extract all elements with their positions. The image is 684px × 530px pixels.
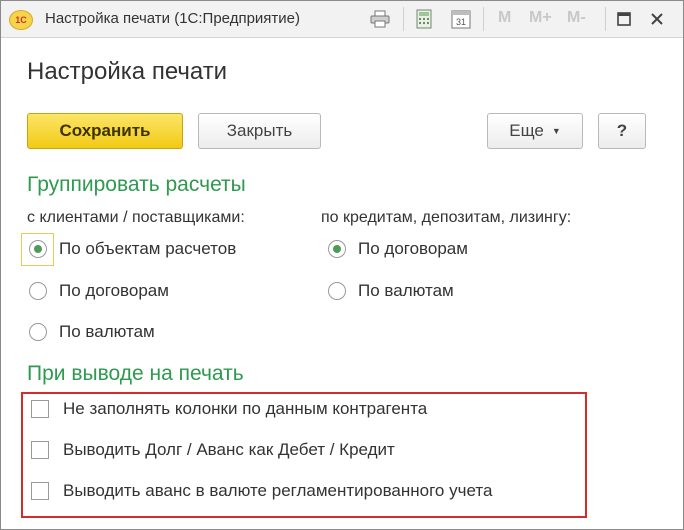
clients-column-label: с клиентами / поставщиками: [27,209,245,226]
radio-label: По договорам [59,281,169,300]
group-section-title: Группировать расчеты [27,173,246,196]
more-button-label: Еще [509,121,544,140]
checkbox-advance-in-regulated-currency[interactable]: Выводить аванс в валюте регламентированн… [31,477,492,505]
page-title: Настройка печати [27,58,228,85]
checkbox-label: Выводить Долг / Аванс как Дебет / Кредит [63,440,395,459]
radio-button[interactable] [29,323,47,341]
radio-button[interactable] [29,282,47,300]
close-button[interactable]: Закрыть [198,113,321,149]
radio-label: По договорам [358,239,468,258]
radio-by-currencies[interactable]: По валютам [29,318,155,346]
title-bar: 1С Настройка печати (1С:Предприятие) 31 … [1,1,683,38]
radio-credits-by-contracts[interactable]: По договорам [328,235,468,263]
app-logo-icon[interactable]: 1С [9,10,33,30]
save-button[interactable]: Сохранить [27,113,183,149]
radio-button[interactable] [328,240,346,258]
help-button[interactable]: ? [598,113,646,149]
memory-button-m-minus[interactable]: M- [567,9,586,27]
checkbox[interactable] [31,441,49,459]
more-button[interactable]: Еще ▼ [487,113,583,149]
checkbox[interactable] [31,400,49,418]
calendar-icon[interactable]: 31 [450,8,472,30]
radio-by-contracts[interactable]: По договорам [29,277,169,305]
checkbox-no-fill-counterparty[interactable]: Не заполнять колонки по данным контраген… [31,395,427,423]
toolbar-separator [483,7,484,31]
radio-label: По валютам [358,281,454,300]
checkbox-label: Выводить аванс в валюте регламентированн… [63,481,493,500]
print-section-title: При выводе на печать [27,362,244,385]
radio-credits-by-currencies[interactable]: По валютам [328,277,454,305]
svg-text:31: 31 [456,17,466,27]
close-icon[interactable] [646,8,668,30]
checkbox-label: Не заполнять колонки по данным контраген… [63,399,428,418]
calculator-icon[interactable] [413,8,435,30]
memory-button-m[interactable]: M [498,9,511,27]
print-settings-window: 1С Настройка печати (1С:Предприятие) 31 … [0,0,684,530]
radio-by-settlement-objects[interactable]: По объектам расчетов [29,235,236,263]
radio-label: По объектам расчетов [59,239,237,258]
toolbar-separator [403,7,404,31]
maximize-icon[interactable] [613,8,635,30]
radio-button[interactable] [29,240,47,258]
checkbox[interactable] [31,482,49,500]
chevron-down-icon: ▼ [551,126,561,136]
toolbar-separator [605,7,606,31]
printer-icon[interactable] [369,8,391,30]
radio-label: По валютам [59,322,155,341]
checkbox-debt-advance-as-debit-credit[interactable]: Выводить Долг / Аванс как Дебет / Кредит [31,436,395,464]
window-title: Настройка печати (1С:Предприятие) [45,10,300,27]
credits-column-label: по кредитам, депозитам, лизингу: [321,209,572,226]
memory-button-m-plus[interactable]: M+ [529,9,552,27]
radio-button[interactable] [328,282,346,300]
